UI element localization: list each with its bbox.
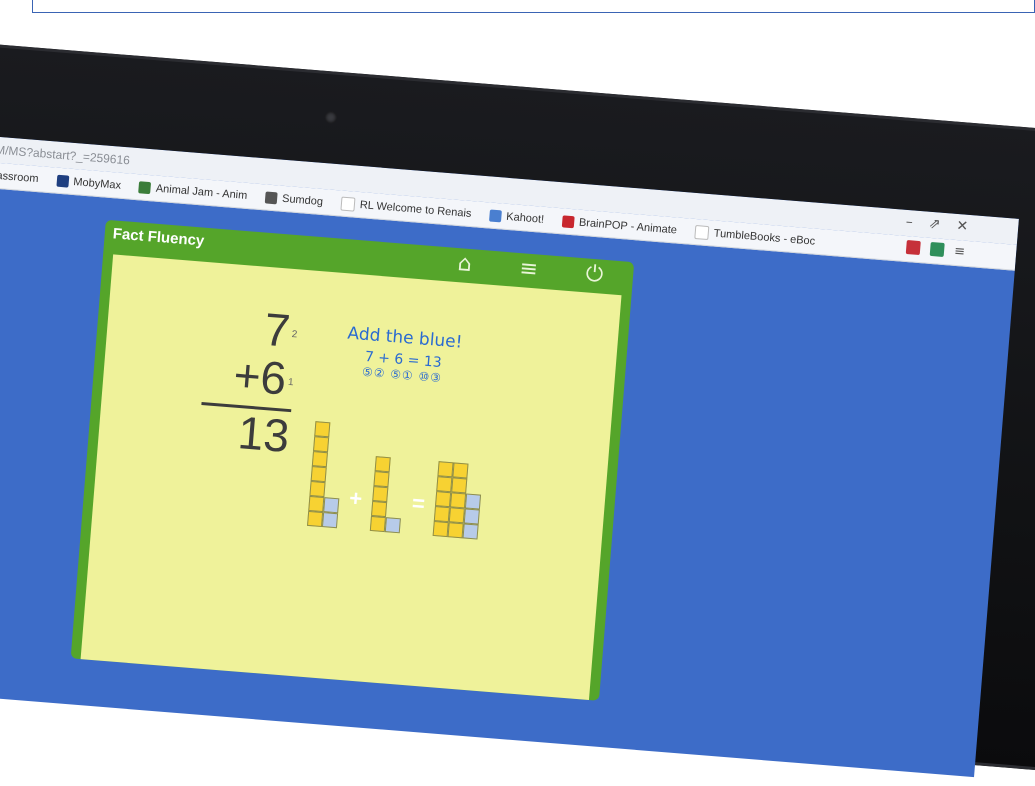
- sum-answer: 13: [236, 405, 292, 462]
- restore-button[interactable]: ⇗: [928, 216, 941, 233]
- plus-sign: +: [348, 485, 364, 512]
- bookmark-label: RL Welcome to Renais: [359, 198, 472, 220]
- extension-red-icon[interactable]: [905, 240, 921, 256]
- block-cell: [449, 492, 466, 509]
- chrome-menu-icon[interactable]: ≡: [954, 244, 969, 260]
- block-cell: [452, 462, 469, 479]
- addend-1-mark: 2: [291, 328, 298, 341]
- block-cell: [448, 507, 465, 524]
- home-icon[interactable]: ⌂: [457, 251, 473, 277]
- power-icon[interactable]: ⏻: [585, 261, 604, 287]
- app-title: Fact Fluency: [112, 225, 205, 250]
- addend-2-mark: 1: [287, 376, 294, 388]
- block-row: [369, 515, 401, 534]
- close-button[interactable]: ✕: [956, 218, 969, 235]
- bookmark-brainpop[interactable]: BrainPOP - Animate: [561, 214, 678, 237]
- block-cell: [313, 436, 330, 453]
- block-cell: [373, 471, 390, 488]
- bookmark-renaissance[interactable]: RL Welcome to Renais: [340, 196, 472, 220]
- bookmark-label: Kahoot!: [505, 210, 545, 226]
- block-cell: [370, 500, 388, 518]
- fact-fluency-app: Fact Fluency ⌂ ≡ ⏻ 72 +61 13 Add the blu…: [70, 219, 635, 701]
- block-cell: [374, 456, 391, 473]
- menu-icon[interactable]: ≡: [518, 256, 538, 282]
- bookmark-label: Classroom: [0, 168, 40, 185]
- equals-sign: =: [411, 490, 426, 517]
- block-row: [307, 510, 339, 529]
- block-cell: [311, 451, 328, 468]
- top-frame: [32, 0, 1035, 13]
- block-cell: [450, 477, 468, 494]
- block-cell: [434, 491, 451, 508]
- bookmark-label: Animal Jam - Anim: [155, 182, 248, 202]
- block-cell: [463, 508, 480, 525]
- block-cell: [314, 421, 331, 438]
- block-group-13: [432, 461, 483, 540]
- kahoot-icon: [488, 208, 502, 222]
- bookmark-sumdog[interactable]: Sumdog: [264, 190, 324, 208]
- minimize-button[interactable]: –: [905, 214, 913, 231]
- block-cell: [310, 466, 327, 483]
- block-group-7: [307, 421, 345, 529]
- page-icon: [694, 224, 710, 240]
- hint-panel: Add the blue! 7 + 6 = 13 ⑤② ⑤① ⑩③: [344, 323, 463, 386]
- mobymax-icon: [56, 174, 69, 188]
- block-row: [432, 520, 464, 539]
- block-cell: [435, 476, 453, 493]
- block-cell: [447, 522, 464, 539]
- addend-2-value: +6: [231, 348, 289, 405]
- block-cell: [369, 515, 386, 533]
- block-cell: [464, 493, 481, 510]
- bookmark-classroom[interactable]: Classroom: [0, 167, 40, 185]
- addend-2: +61: [202, 348, 296, 405]
- addition-problem: 72 +61 13: [198, 302, 300, 462]
- app-toolbar: ⌂ ≡ ⏻: [457, 251, 604, 288]
- animal-jam-icon: [138, 180, 152, 194]
- laptop-device: n/MM/MS?abstart?_=259616 Classroom MobyM…: [0, 35, 1035, 778]
- block-group-6: [369, 456, 406, 534]
- block-cell: [323, 497, 340, 514]
- bookmark-tumblebooks[interactable]: TumbleBooks - eBoc: [694, 224, 816, 249]
- block-cell: [432, 520, 449, 538]
- block-cell: [321, 512, 339, 529]
- laptop-screen: n/MM/MS?abstart?_=259616 Classroom MobyM…: [0, 133, 1019, 778]
- bookmark-label: MobyMax: [72, 175, 122, 192]
- page-icon: [340, 196, 356, 212]
- bookmark-kahoot[interactable]: Kahoot!: [488, 208, 545, 226]
- block-cell: [307, 510, 324, 528]
- block-model: + =: [307, 421, 486, 540]
- block-cell: [384, 517, 401, 534]
- app-body: ⌂ ≡ ⏻ 72 +61 13 Add the blue! 7 + 6 = 13…: [80, 251, 622, 700]
- block-cell: [437, 461, 454, 478]
- ones-stack: [462, 493, 481, 540]
- sumdog-icon: [264, 190, 278, 204]
- bookmark-label: BrainPOP - Animate: [578, 216, 678, 237]
- block-cell: [462, 523, 479, 540]
- webcam: [324, 110, 338, 124]
- url-text: n/MM/MS?abstart?_=259616: [0, 141, 131, 168]
- block-cell: [372, 486, 389, 503]
- block-cell: [309, 480, 326, 498]
- bookmark-mobymax[interactable]: MobyMax: [56, 174, 121, 191]
- block-cell: [308, 495, 325, 513]
- bookmark-label: Sumdog: [281, 192, 324, 208]
- extension-green-icon[interactable]: [929, 241, 945, 258]
- bookmark-animal-jam[interactable]: Animal Jam - Anim: [138, 180, 248, 202]
- addend-1-value: 7: [262, 302, 293, 357]
- brainpop-icon: [561, 214, 575, 228]
- block-cell: [433, 506, 450, 523]
- bookmark-label: TumbleBooks - eBoc: [713, 227, 816, 248]
